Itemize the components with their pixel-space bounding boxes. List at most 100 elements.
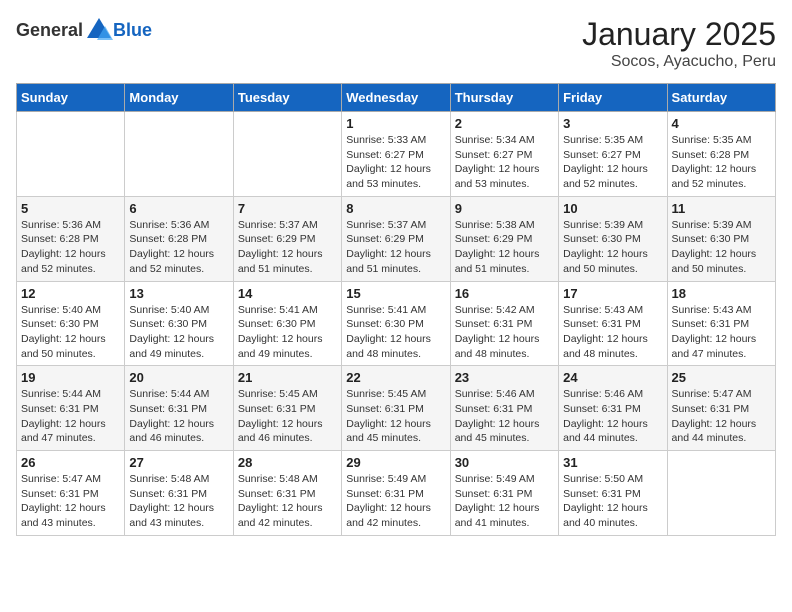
day-info: Sunrise: 5:48 AM Sunset: 6:31 PM Dayligh… xyxy=(238,472,337,531)
day-info: Sunrise: 5:36 AM Sunset: 6:28 PM Dayligh… xyxy=(129,218,228,277)
calendar-cell: 23 Sunrise: 5:46 AM Sunset: 6:31 PM Dayli… xyxy=(450,366,558,451)
day-info: Sunrise: 5:49 AM Sunset: 6:31 PM Dayligh… xyxy=(346,472,445,531)
day-number: 28 xyxy=(238,455,337,470)
day-number: 2 xyxy=(455,116,554,131)
day-info: Sunrise: 5:45 AM Sunset: 6:31 PM Dayligh… xyxy=(238,387,337,446)
calendar-cell: 1 Sunrise: 5:33 AM Sunset: 6:27 PM Daylig… xyxy=(342,112,450,197)
day-info: Sunrise: 5:39 AM Sunset: 6:30 PM Dayligh… xyxy=(672,218,771,277)
calendar-cell: 31Sunrise: 5:50 AM Sunset: 6:31 PM Dayli… xyxy=(559,451,667,536)
calendar-cell: 11 Sunrise: 5:39 AM Sunset: 6:30 PM Dayli… xyxy=(667,196,775,281)
calendar-cell: 22 Sunrise: 5:45 AM Sunset: 6:31 PM Dayli… xyxy=(342,366,450,451)
calendar-cell: 30 Sunrise: 5:49 AM Sunset: 6:31 PM Dayli… xyxy=(450,451,558,536)
calendar-header-row: SundayMondayTuesdayWednesdayThursdayFrid… xyxy=(17,84,776,112)
calendar-cell xyxy=(17,112,125,197)
calendar-week-row: 26 Sunrise: 5:47 AM Sunset: 6:31 PM Dayli… xyxy=(17,451,776,536)
day-number: 13 xyxy=(129,286,228,301)
calendar-cell: 24 Sunrise: 5:46 AM Sunset: 6:31 PM Dayli… xyxy=(559,366,667,451)
day-number: 21 xyxy=(238,370,337,385)
day-of-week-header: Thursday xyxy=(450,84,558,112)
day-number: 30 xyxy=(455,455,554,470)
title-block: January 2025 Socos, Ayacucho, Peru xyxy=(582,16,776,71)
day-info: Sunrise: 5:33 AM Sunset: 6:27 PM Dayligh… xyxy=(346,133,445,192)
day-number: 31 xyxy=(563,455,662,470)
day-info: Sunrise: 5:40 AM Sunset: 6:30 PM Dayligh… xyxy=(129,303,228,362)
calendar-cell: 17Sunrise: 5:43 AM Sunset: 6:31 PM Dayli… xyxy=(559,281,667,366)
day-info: Sunrise: 5:49 AM Sunset: 6:31 PM Dayligh… xyxy=(455,472,554,531)
day-number: 26 xyxy=(21,455,120,470)
day-number: 9 xyxy=(455,201,554,216)
day-number: 23 xyxy=(455,370,554,385)
calendar-cell: 10 Sunrise: 5:39 AM Sunset: 6:30 PM Dayli… xyxy=(559,196,667,281)
day-of-week-header: Monday xyxy=(125,84,233,112)
calendar-cell: 3 Sunrise: 5:35 AM Sunset: 6:27 PM Daylig… xyxy=(559,112,667,197)
day-info: Sunrise: 5:44 AM Sunset: 6:31 PM Dayligh… xyxy=(21,387,120,446)
day-info: Sunrise: 5:46 AM Sunset: 6:31 PM Dayligh… xyxy=(455,387,554,446)
day-info: Sunrise: 5:41 AM Sunset: 6:30 PM Dayligh… xyxy=(238,303,337,362)
day-number: 6 xyxy=(129,201,228,216)
day-number: 15 xyxy=(346,286,445,301)
day-number: 27 xyxy=(129,455,228,470)
logo-icon xyxy=(85,16,113,44)
day-number: 1 xyxy=(346,116,445,131)
calendar-cell: 16 Sunrise: 5:42 AM Sunset: 6:31 PM Dayli… xyxy=(450,281,558,366)
calendar-body: 1 Sunrise: 5:33 AM Sunset: 6:27 PM Daylig… xyxy=(17,112,776,536)
day-number: 25 xyxy=(672,370,771,385)
month-title: January 2025 xyxy=(582,16,776,53)
logo-text-blue: Blue xyxy=(113,20,152,41)
day-info: Sunrise: 5:38 AM Sunset: 6:29 PM Dayligh… xyxy=(455,218,554,277)
day-info: Sunrise: 5:44 AM Sunset: 6:31 PM Dayligh… xyxy=(129,387,228,446)
day-number: 11 xyxy=(672,201,771,216)
calendar-table: SundayMondayTuesdayWednesdayThursdayFrid… xyxy=(16,83,776,536)
calendar-cell: 13 Sunrise: 5:40 AM Sunset: 6:30 PM Dayli… xyxy=(125,281,233,366)
day-info: Sunrise: 5:37 AM Sunset: 6:29 PM Dayligh… xyxy=(346,218,445,277)
calendar-cell: 12Sunrise: 5:40 AM Sunset: 6:30 PM Dayli… xyxy=(17,281,125,366)
day-of-week-header: Saturday xyxy=(667,84,775,112)
logo: General Blue xyxy=(16,16,152,44)
day-info: Sunrise: 5:39 AM Sunset: 6:30 PM Dayligh… xyxy=(563,218,662,277)
day-info: Sunrise: 5:35 AM Sunset: 6:27 PM Dayligh… xyxy=(563,133,662,192)
calendar-cell: 27 Sunrise: 5:48 AM Sunset: 6:31 PM Dayli… xyxy=(125,451,233,536)
day-of-week-header: Wednesday xyxy=(342,84,450,112)
day-info: Sunrise: 5:37 AM Sunset: 6:29 PM Dayligh… xyxy=(238,218,337,277)
day-of-week-header: Tuesday xyxy=(233,84,341,112)
day-info: Sunrise: 5:48 AM Sunset: 6:31 PM Dayligh… xyxy=(129,472,228,531)
calendar-cell: 6 Sunrise: 5:36 AM Sunset: 6:28 PM Daylig… xyxy=(125,196,233,281)
day-number: 22 xyxy=(346,370,445,385)
logo-text-general: General xyxy=(16,20,83,41)
calendar-cell: 7 Sunrise: 5:37 AM Sunset: 6:29 PM Daylig… xyxy=(233,196,341,281)
day-info: Sunrise: 5:42 AM Sunset: 6:31 PM Dayligh… xyxy=(455,303,554,362)
day-of-week-header: Friday xyxy=(559,84,667,112)
day-number: 20 xyxy=(129,370,228,385)
calendar-cell: 14Sunrise: 5:41 AM Sunset: 6:30 PM Dayli… xyxy=(233,281,341,366)
page-header: General Blue January 2025 Socos, Ayacuch… xyxy=(16,16,776,71)
calendar-cell: 18Sunrise: 5:43 AM Sunset: 6:31 PM Dayli… xyxy=(667,281,775,366)
day-number: 24 xyxy=(563,370,662,385)
calendar-cell xyxy=(233,112,341,197)
day-number: 3 xyxy=(563,116,662,131)
calendar-cell: 28 Sunrise: 5:48 AM Sunset: 6:31 PM Dayli… xyxy=(233,451,341,536)
day-number: 19 xyxy=(21,370,120,385)
calendar-cell: 5Sunrise: 5:36 AM Sunset: 6:28 PM Daylig… xyxy=(17,196,125,281)
calendar-cell xyxy=(667,451,775,536)
day-info: Sunrise: 5:41 AM Sunset: 6:30 PM Dayligh… xyxy=(346,303,445,362)
day-info: Sunrise: 5:35 AM Sunset: 6:28 PM Dayligh… xyxy=(672,133,771,192)
calendar-cell: 25Sunrise: 5:47 AM Sunset: 6:31 PM Dayli… xyxy=(667,366,775,451)
day-number: 5 xyxy=(21,201,120,216)
calendar-cell: 4Sunrise: 5:35 AM Sunset: 6:28 PM Daylig… xyxy=(667,112,775,197)
day-number: 10 xyxy=(563,201,662,216)
location-title: Socos, Ayacucho, Peru xyxy=(582,53,776,71)
day-info: Sunrise: 5:45 AM Sunset: 6:31 PM Dayligh… xyxy=(346,387,445,446)
calendar-week-row: 1 Sunrise: 5:33 AM Sunset: 6:27 PM Daylig… xyxy=(17,112,776,197)
day-number: 7 xyxy=(238,201,337,216)
calendar-week-row: 5 Sunrise: 5:36 AM Sunset: 6:28 PM Daylig… xyxy=(17,196,776,281)
day-number: 16 xyxy=(455,286,554,301)
day-info: Sunrise: 5:47 AM Sunset: 6:31 PM Dayligh… xyxy=(21,472,120,531)
calendar-cell: 29Sunrise: 5:49 AM Sunset: 6:31 PM Dayli… xyxy=(342,451,450,536)
calendar-cell xyxy=(125,112,233,197)
day-number: 8 xyxy=(346,201,445,216)
day-info: Sunrise: 5:46 AM Sunset: 6:31 PM Dayligh… xyxy=(563,387,662,446)
day-info: Sunrise: 5:43 AM Sunset: 6:31 PM Dayligh… xyxy=(672,303,771,362)
day-number: 12 xyxy=(21,286,120,301)
day-info: Sunrise: 5:43 AM Sunset: 6:31 PM Dayligh… xyxy=(563,303,662,362)
day-of-week-header: Sunday xyxy=(17,84,125,112)
